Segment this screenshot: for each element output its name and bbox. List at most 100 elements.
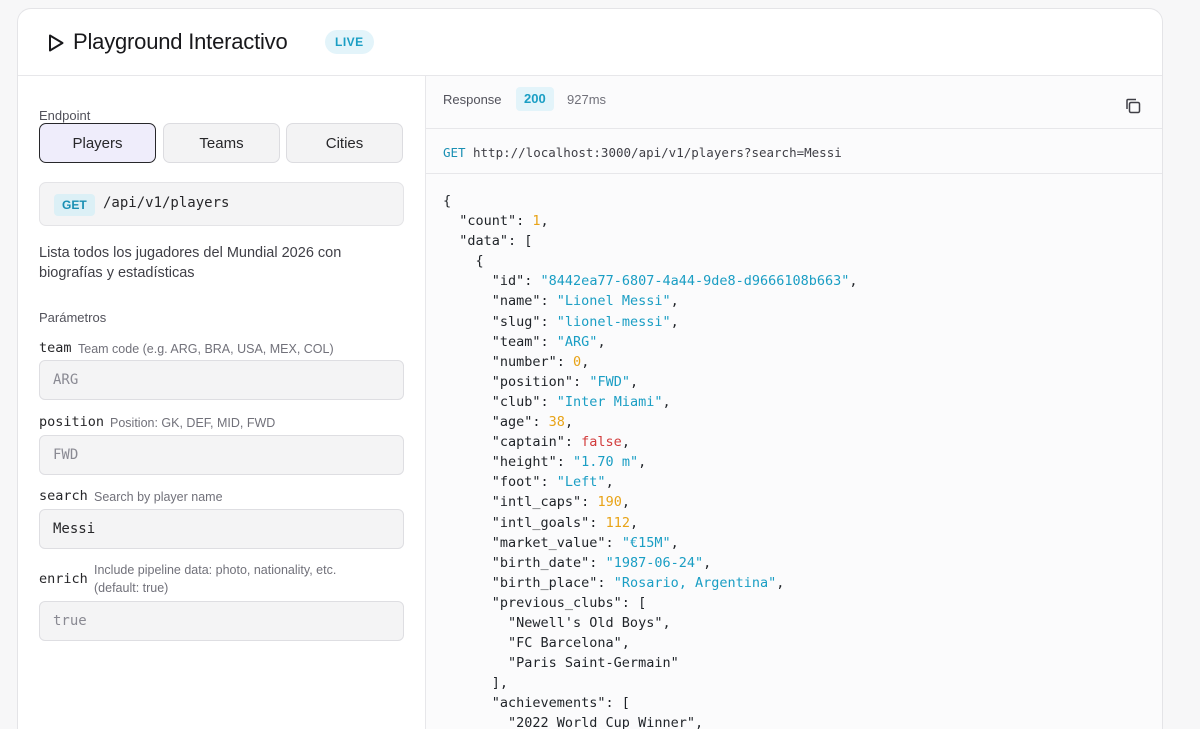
playground-card: Playground Interactivo LIVE Endpoint Pla…	[17, 8, 1163, 729]
json-line: {	[443, 251, 858, 271]
response-label: Response	[443, 92, 502, 107]
json-line: "club": "Inter Miami",	[443, 392, 858, 412]
param-name-team: team	[39, 340, 72, 356]
json-token: false	[581, 434, 622, 451]
response-panel: Response 200 927ms GET http://localhost:…	[426, 76, 1162, 729]
param-hint-search: Search by player name	[94, 490, 223, 504]
json-token: "Left"	[556, 474, 606, 491]
json-token: "FWD"	[589, 373, 630, 390]
endpoint-button-cities[interactable]: Cities	[286, 123, 403, 163]
json-token: "club":	[443, 393, 557, 410]
json-token: "Inter Miami"	[556, 393, 663, 410]
json-token: "birth_date":	[443, 554, 606, 571]
json-token: ,	[621, 494, 630, 511]
json-token: ,	[776, 574, 785, 591]
json-token: ,	[670, 534, 679, 551]
endpoint-button-players[interactable]: Players	[39, 123, 156, 163]
json-token: "market_value":	[443, 534, 622, 551]
json-line: "previous_clubs": [	[443, 593, 858, 613]
json-token: ,	[703, 554, 712, 571]
header: Playground Interactivo LIVE	[18, 9, 1162, 76]
json-token: "height":	[443, 454, 574, 471]
json-line: "foot": "Left",	[443, 472, 858, 492]
json-token: "FC Barcelona",	[443, 635, 630, 652]
json-token: "achievements": [	[443, 695, 630, 712]
json-line: "intl_caps": 190,	[443, 492, 858, 512]
json-line: "team": "ARG",	[443, 332, 858, 352]
json-token: "ARG"	[556, 333, 598, 350]
response-bar: Response 200 927ms	[426, 76, 1162, 129]
json-token: "name":	[443, 293, 557, 310]
team-input[interactable]	[39, 360, 404, 400]
json-token: ,	[605, 474, 614, 491]
json-line: "data": [	[443, 231, 858, 251]
json-line: "id": "8442ea77-6807-4a44-9de8-d9666108b…	[443, 271, 858, 291]
json-token: ,	[662, 393, 671, 410]
json-line: "Paris Saint-Germain"	[443, 653, 858, 673]
json-token: "position":	[443, 373, 590, 390]
enrich-input[interactable]	[39, 601, 404, 641]
json-token: "number":	[443, 353, 574, 370]
json-token: ,	[540, 213, 549, 230]
json-token: ,	[629, 373, 639, 390]
json-token: "foot":	[443, 474, 557, 491]
endpoint-path: /api/v1/players	[103, 195, 230, 211]
json-line: "Newell's Old Boys",	[443, 613, 858, 633]
json-line: {	[443, 191, 858, 211]
json-token: ,	[849, 273, 858, 290]
json-token: ,	[629, 514, 639, 531]
search-input[interactable]	[39, 509, 404, 549]
endpoint-description: Lista todos los jugadores del Mundial 20…	[39, 245, 342, 281]
json-line: "FC Barcelona",	[443, 633, 858, 653]
endpoint-button-teams[interactable]: Teams	[163, 123, 280, 163]
param-hint-enrich: Include pipeline data: photo, nationalit…	[94, 563, 337, 595]
json-token: "captain":	[443, 434, 582, 451]
copy-icon[interactable]	[1124, 97, 1142, 115]
json-line: "age": 38,	[443, 412, 858, 432]
json-token: "Newell's Old Boys",	[443, 614, 671, 631]
json-token: "data": [	[443, 233, 533, 250]
json-token: "€15M"	[621, 534, 671, 551]
json-line: "captain": false,	[443, 432, 858, 452]
json-token: ,	[581, 353, 590, 370]
position-input[interactable]	[39, 435, 404, 475]
json-line: "position": "FWD",	[443, 372, 858, 392]
json-token: "Rosario, Argentina"	[613, 574, 777, 591]
json-token: ,	[638, 454, 647, 471]
live-badge: LIVE	[325, 30, 374, 54]
json-response-body: { "count": 1, "data": [ { "id": "8442ea7…	[443, 191, 858, 729]
json-token: "intl_caps":	[443, 494, 598, 511]
json-token: "team":	[443, 333, 557, 350]
json-token: {	[443, 193, 452, 209]
json-token: 190	[597, 494, 622, 511]
json-line: ],	[443, 673, 858, 693]
request-method: GET	[443, 145, 466, 160]
json-line: "height": "1.70 m",	[443, 452, 858, 472]
json-token: "1.70 m"	[573, 454, 639, 471]
json-token: "intl_goals":	[443, 514, 606, 531]
json-token: 38	[548, 414, 565, 431]
page-title: Playground Interactivo	[73, 29, 288, 54]
play-icon	[49, 34, 64, 52]
json-token: 112	[605, 514, 630, 531]
endpoint-label: Endpoint	[39, 108, 91, 123]
json-token: "lionel-messi"	[556, 313, 671, 330]
json-line: "achievements": [	[443, 693, 858, 713]
status-badge: 200	[516, 87, 554, 111]
json-line: "count": 1,	[443, 211, 858, 231]
json-token: "slug":	[443, 313, 557, 330]
response-time: 927ms	[567, 92, 607, 107]
json-line: "birth_date": "1987-06-24",	[443, 553, 858, 573]
json-line: "name": "Lionel Messi",	[443, 291, 858, 311]
param-name-position: position	[39, 414, 105, 430]
json-token: "2022 World Cup Winner",	[443, 715, 704, 729]
json-token: ,	[670, 293, 679, 310]
request-panel: Endpoint Players Teams Cities GET /api/v…	[18, 76, 425, 729]
json-token: "Paris Saint-Germain"	[443, 655, 679, 672]
json-token: ,	[564, 414, 574, 431]
json-line: "birth_place": "Rosario, Argentina",	[443, 573, 858, 593]
json-token: ,	[621, 434, 630, 451]
json-token: ],	[443, 675, 509, 692]
param-name-search: search	[39, 488, 88, 504]
json-line: "intl_goals": 112,	[443, 513, 858, 533]
